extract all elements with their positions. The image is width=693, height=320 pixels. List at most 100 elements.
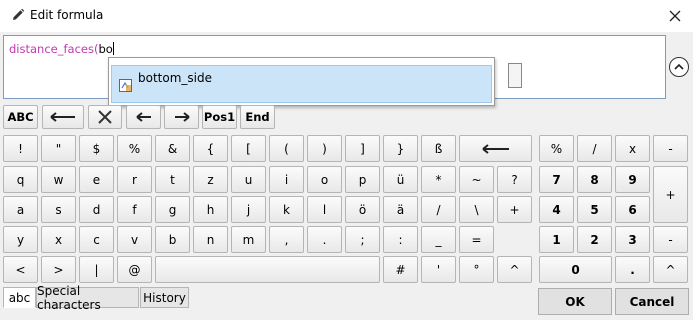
- key-5-r3[interactable]: h: [193, 196, 228, 223]
- expand-button[interactable]: [669, 57, 689, 77]
- backspace-button[interactable]: [42, 105, 84, 129]
- numpad-key-r4-2[interactable]: 3: [615, 226, 650, 253]
- key-1-r2[interactable]: w: [41, 166, 76, 193]
- key-13-r2[interactable]: ?: [497, 166, 532, 193]
- key-13-r3[interactable]: +: [497, 196, 532, 223]
- key-4-r3[interactable]: g: [155, 196, 190, 223]
- numpad-key-r1-2[interactable]: x: [615, 135, 650, 162]
- key-6-r2[interactable]: u: [231, 166, 266, 193]
- key-1-r1[interactable]: ": [41, 135, 76, 162]
- key-4-r4[interactable]: b: [155, 226, 190, 253]
- key-13-r5[interactable]: ^: [497, 256, 532, 283]
- numpad-key-r4-0[interactable]: 1: [539, 226, 574, 253]
- key-10-r2[interactable]: ü: [383, 166, 418, 193]
- key-6-r1[interactable]: [: [231, 135, 266, 162]
- key-9-r1[interactable]: ]: [345, 135, 380, 162]
- key-10-r3[interactable]: ä: [383, 196, 418, 223]
- key-0-r4[interactable]: y: [3, 226, 38, 253]
- key-11-r2[interactable]: *: [421, 166, 456, 193]
- key-4-r1[interactable]: &: [155, 135, 190, 162]
- key-3-r3[interactable]: f: [117, 196, 152, 223]
- key-5-r4[interactable]: n: [193, 226, 228, 253]
- pos1-button[interactable]: Pos1: [202, 105, 237, 129]
- key-7-r2[interactable]: i: [269, 166, 304, 193]
- key-7-r1[interactable]: (: [269, 135, 304, 162]
- key-11-r5[interactable]: ': [421, 256, 456, 283]
- key-12-r2[interactable]: ~: [459, 166, 494, 193]
- end-button[interactable]: End: [240, 105, 275, 129]
- key-8-r3[interactable]: l: [307, 196, 342, 223]
- key-9-r2[interactable]: p: [345, 166, 380, 193]
- ok-button[interactable]: OK: [538, 288, 612, 315]
- key-6-r3[interactable]: j: [231, 196, 266, 223]
- numpad-key-r2-2[interactable]: 9: [615, 166, 650, 193]
- key-10-r1[interactable]: }: [383, 135, 418, 162]
- clear-icon: [98, 110, 112, 124]
- key-11-r4[interactable]: _: [421, 226, 456, 253]
- key-2-r5[interactable]: |: [79, 256, 114, 283]
- key-7-r4[interactable]: ,: [269, 226, 304, 253]
- clear-button[interactable]: [88, 105, 122, 129]
- key-5-r2[interactable]: z: [193, 166, 228, 193]
- close-icon: [669, 10, 681, 22]
- numpad-key-r3-1[interactable]: 5: [577, 196, 612, 223]
- key-3-r5[interactable]: @: [117, 256, 152, 283]
- cursor-right-button[interactable]: [164, 105, 199, 129]
- key-6-r4[interactable]: m: [231, 226, 266, 253]
- abc-toggle-button[interactable]: ABC: [3, 105, 38, 129]
- key-0-r2[interactable]: q: [3, 166, 38, 193]
- key-5-r1[interactable]: {: [193, 135, 228, 162]
- key-11-r3[interactable]: /: [421, 196, 456, 223]
- editor-scrollbar-thumb[interactable]: [508, 63, 522, 88]
- numpad-key-r3-2[interactable]: 6: [615, 196, 650, 223]
- numpad-key-r2-0[interactable]: 7: [539, 166, 574, 193]
- space-key[interactable]: [155, 256, 380, 283]
- key-0-r3[interactable]: a: [3, 196, 38, 223]
- backspace-key[interactable]: [459, 135, 532, 162]
- window-title: Edit formula: [30, 8, 104, 22]
- key-3-r1[interactable]: %: [117, 135, 152, 162]
- key-2-r4[interactable]: c: [79, 226, 114, 253]
- numpad-minus-key[interactable]: -: [653, 226, 688, 253]
- numpad-key-r4-1[interactable]: 2: [577, 226, 612, 253]
- numpad-key-r1-3[interactable]: -: [653, 135, 688, 162]
- key-1-r5[interactable]: >: [41, 256, 76, 283]
- tab-special-characters[interactable]: Special characters: [36, 284, 139, 312]
- numpad-zero-key[interactable]: 0: [539, 256, 612, 283]
- key-4-r2[interactable]: t: [155, 166, 190, 193]
- numpad-key-r1-0[interactable]: %: [539, 135, 574, 162]
- key-12-r5[interactable]: °: [459, 256, 494, 283]
- tab-abc[interactable]: abc: [3, 287, 36, 308]
- numpad-caret-key[interactable]: ^: [653, 256, 688, 283]
- autocomplete-item[interactable]: bottom_side: [111, 65, 492, 103]
- key-9-r4[interactable]: ;: [345, 226, 380, 253]
- cursor-left-button[interactable]: [126, 105, 161, 129]
- numpad-key-r3-0[interactable]: 4: [539, 196, 574, 223]
- key-3-r4[interactable]: v: [117, 226, 152, 253]
- tab-history[interactable]: History: [140, 287, 189, 308]
- key-8-r4[interactable]: .: [307, 226, 342, 253]
- key-10-r4[interactable]: :: [383, 226, 418, 253]
- numpad-key-r1-1[interactable]: /: [577, 135, 612, 162]
- key-11-r1[interactable]: ß: [421, 135, 456, 162]
- key-7-r3[interactable]: k: [269, 196, 304, 223]
- key-3-r2[interactable]: r: [117, 166, 152, 193]
- key-0-r5[interactable]: <: [3, 256, 38, 283]
- close-button[interactable]: [662, 4, 688, 28]
- key-12-r3[interactable]: \: [459, 196, 494, 223]
- key-10-r5[interactable]: #: [383, 256, 418, 283]
- numpad-key-r2-1[interactable]: 8: [577, 166, 612, 193]
- key-2-r2[interactable]: e: [79, 166, 114, 193]
- numpad-plus-key[interactable]: +: [653, 166, 688, 223]
- key-9-r3[interactable]: ö: [345, 196, 380, 223]
- numpad-dot-key[interactable]: .: [615, 256, 650, 283]
- key-8-r2[interactable]: o: [307, 166, 342, 193]
- key-2-r1[interactable]: $: [79, 135, 114, 162]
- key-1-r3[interactable]: s: [41, 196, 76, 223]
- key-2-r3[interactable]: d: [79, 196, 114, 223]
- key-8-r1[interactable]: ): [307, 135, 342, 162]
- key-12-r4[interactable]: =: [459, 226, 494, 253]
- cancel-button[interactable]: Cancel: [615, 288, 689, 315]
- key-0-r1[interactable]: !: [3, 135, 38, 162]
- key-1-r4[interactable]: x: [41, 226, 76, 253]
